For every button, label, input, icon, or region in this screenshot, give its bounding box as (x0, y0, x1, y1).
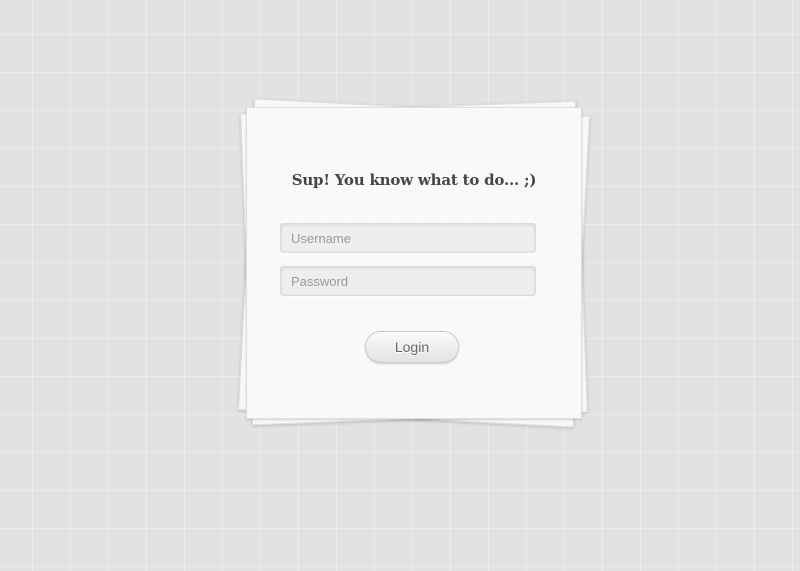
password-field[interactable] (280, 266, 536, 296)
login-heading: Sup! You know what to do... ;) (291, 171, 537, 189)
login-card: Sup! You know what to do... ;) Login (246, 107, 582, 419)
login-button[interactable]: Login (365, 331, 459, 363)
username-field[interactable] (280, 223, 536, 253)
